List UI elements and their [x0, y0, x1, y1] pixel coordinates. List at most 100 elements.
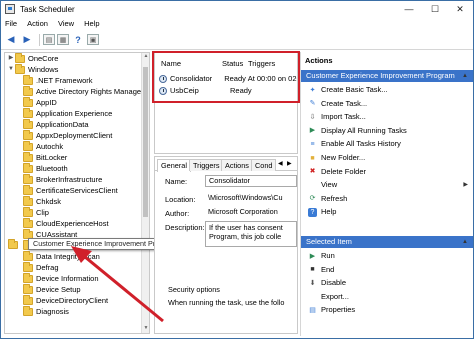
- new-folder-icon: ■: [310, 154, 315, 162]
- action-item[interactable]: ✦ Create Basic Task...: [301, 84, 473, 96]
- history-icon: ≡: [310, 140, 315, 148]
- tree-item-label: BitLocker: [36, 153, 68, 162]
- tree-item-label: Application Experience: [36, 109, 113, 118]
- action-item[interactable]: ▶ Display All Running Tasks: [301, 125, 473, 137]
- tree-item[interactable]: ▶ OneCore: [5, 53, 149, 64]
- tree-item-label: Defrag: [36, 263, 59, 272]
- tab-general[interactable]: General: [157, 159, 191, 172]
- action-item[interactable]: View ▶: [301, 179, 473, 191]
- action-item[interactable]: ? Help: [301, 206, 473, 218]
- folder-icon: [23, 306, 33, 316]
- show-action-pane-icon[interactable]: ▣: [87, 34, 99, 45]
- selected-item-section[interactable]: Selected Item ▲: [301, 236, 473, 248]
- action-item[interactable]: ▶ Run: [301, 250, 473, 262]
- action-item[interactable]: Export...: [301, 291, 473, 303]
- tree-item[interactable]: Chkdsk: [5, 196, 149, 207]
- tab-scroll-right-icon[interactable]: ▶: [287, 160, 292, 167]
- tree-item-label: CertificateServicesClient: [36, 186, 118, 195]
- tree-item[interactable]: AppID: [5, 97, 149, 108]
- action-item[interactable]: ■ End: [301, 264, 473, 276]
- tree-item[interactable]: Device Setup: [5, 284, 149, 295]
- tree-scrollbar[interactable]: ▲ ▼: [141, 53, 149, 333]
- tree-item[interactable]: CertificateServicesClient: [5, 185, 149, 196]
- collapse-up-icon[interactable]: ▲: [462, 236, 468, 248]
- menu-view[interactable]: View: [58, 19, 74, 28]
- name-field[interactable]: Consolidator: [205, 175, 297, 187]
- folder-icon: [23, 141, 33, 151]
- actions-folder-section[interactable]: Customer Experience Improvement Program …: [301, 70, 473, 82]
- details-tabs: General Triggers Actions Cond ◀ ▶: [155, 157, 297, 172]
- tree-item-label: OneCore: [28, 54, 59, 63]
- tree-item[interactable]: CloudExperienceHost: [5, 218, 149, 229]
- tree-item-label: Autochk: [36, 142, 64, 151]
- action-item[interactable]: ⇩ Import Task...: [301, 111, 473, 123]
- help-toolbar-icon[interactable]: ?: [71, 33, 85, 47]
- tree-item[interactable]: Diagnosis: [5, 306, 149, 317]
- action-item-label: Display All Running Tasks: [321, 125, 407, 135]
- action-item[interactable]: ⟳ Refresh: [301, 193, 473, 205]
- action-item[interactable]: ▤ Properties: [301, 304, 473, 316]
- tab-actions[interactable]: Actions: [221, 159, 253, 171]
- action-item[interactable]: ≡ Enable All Tasks History: [301, 138, 473, 150]
- tree-item[interactable]: Bluetooth: [5, 163, 149, 174]
- action-item[interactable]: ✎ Create Task...: [301, 98, 473, 110]
- action-item-label: Export...: [321, 291, 349, 301]
- forward-icon[interactable]: ▶: [20, 33, 34, 47]
- chevron-right-icon[interactable]: ▶: [7, 53, 15, 64]
- tree-item[interactable]: ApplicationData: [5, 119, 149, 130]
- maximize-button[interactable]: ☐: [422, 1, 448, 17]
- collapse-up-icon[interactable]: ▲: [462, 70, 468, 82]
- security-options-title: Security options: [168, 285, 220, 294]
- description-field[interactable]: If the user has consent Program, this jo…: [205, 221, 297, 247]
- tab-scroll-left-icon[interactable]: ◀: [278, 160, 283, 167]
- tree-item[interactable]: BitLocker: [5, 152, 149, 163]
- location-value: \Microsoft\Windows\Cu: [205, 193, 297, 205]
- show-hide-console-tree-icon[interactable]: ▤: [43, 34, 55, 45]
- tree-item[interactable]: DeviceDirectoryClient: [5, 295, 149, 306]
- folder-icon: [23, 218, 33, 228]
- folder-icon: [23, 185, 33, 195]
- tree-item[interactable]: AppxDeploymentClient: [5, 130, 149, 141]
- action-item[interactable]: ■ New Folder...: [301, 152, 473, 164]
- close-button[interactable]: ✕: [447, 1, 473, 17]
- tree-item[interactable]: Application Experience: [5, 108, 149, 119]
- toolbar-separator: [39, 33, 40, 46]
- tab-conditions[interactable]: Cond: [251, 159, 277, 171]
- tree-items: ▶ OneCore ▼ Windows .NET Framework Active Dir…: [5, 53, 149, 317]
- actions-folder-title: Customer Experience Improvement Program: [306, 71, 455, 80]
- folder-icon: [23, 295, 33, 305]
- action-item-label: Enable All Tasks History: [321, 139, 401, 149]
- folder-icon: [23, 152, 33, 162]
- folder-icon: [23, 163, 33, 173]
- chevron-down-icon[interactable]: ▼: [7, 64, 15, 75]
- back-icon[interactable]: ◀: [4, 33, 18, 47]
- action-item-label: View: [321, 180, 338, 190]
- action-item-label: Refresh: [321, 193, 348, 203]
- tree-item[interactable]: Data Integrity Scan: [5, 251, 149, 262]
- tree-item[interactable]: Autochk: [5, 141, 149, 152]
- menu-action[interactable]: Action: [27, 19, 48, 28]
- properties-toolbar-icon[interactable]: ▦: [57, 34, 69, 45]
- properties-icon: ▤: [309, 306, 316, 314]
- tree-item[interactable]: Defrag: [5, 262, 149, 273]
- window-title: Task Scheduler: [20, 4, 75, 14]
- scroll-up-icon[interactable]: ▲: [142, 53, 149, 61]
- tree-item-label: Data Integrity Scan: [36, 252, 100, 261]
- tree-item[interactable]: Active Directory Rights Manageme: [5, 86, 149, 97]
- minimize-button[interactable]: —: [396, 1, 422, 17]
- tree-item[interactable]: ▼ Windows: [5, 64, 149, 75]
- tree-item[interactable]: Clip: [5, 207, 149, 218]
- scroll-thumb[interactable]: [143, 67, 148, 217]
- tree-item-label: Clip: [36, 208, 49, 217]
- action-item[interactable]: ✖ Delete Folder: [301, 166, 473, 178]
- action-item-label: Create Task...: [321, 98, 368, 108]
- tab-triggers[interactable]: Triggers: [189, 159, 224, 171]
- menu-help[interactable]: Help: [84, 19, 99, 28]
- action-item[interactable]: ⬇ Disable: [301, 277, 473, 289]
- tree-item[interactable]: Device Information: [5, 273, 149, 284]
- tree-item[interactable]: .NET Framework: [5, 75, 149, 86]
- menu-file[interactable]: File: [5, 19, 17, 28]
- tree-item-label: AppID: [36, 98, 57, 107]
- scroll-down-icon[interactable]: ▼: [142, 325, 149, 333]
- tree-item[interactable]: BrokerInfrastructure: [5, 174, 149, 185]
